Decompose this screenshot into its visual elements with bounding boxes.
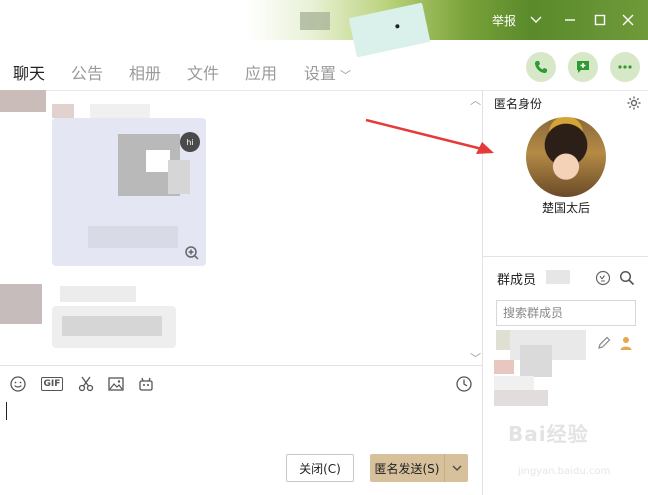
watermark-url: jingyan.baidu.com — [518, 466, 611, 477]
tab-apps[interactable]: 应用 — [245, 60, 277, 84]
close-icon[interactable] — [620, 10, 636, 30]
divider-top — [0, 90, 648, 91]
text-cursor — [6, 402, 7, 420]
message-avatar-pixelated — [0, 90, 46, 112]
member-avatar-pixelated — [494, 360, 514, 374]
maximize-icon[interactable] — [592, 10, 608, 30]
phone-icon — [535, 61, 547, 73]
phone-button[interactable] — [526, 52, 556, 82]
decoration-card — [348, 2, 431, 58]
more-icon — [618, 65, 632, 69]
close-button[interactable]: 关闭(C) — [286, 454, 354, 482]
message-input[interactable] — [0, 396, 482, 450]
send-options-dropdown[interactable] — [444, 454, 468, 482]
member-name-pixelated — [520, 345, 552, 377]
members-count-pixelated — [546, 270, 570, 284]
anonymous-send-label: 匿名发送(S) — [374, 461, 440, 476]
report-button[interactable]: 举报 — [486, 10, 522, 30]
message-text-pixelated — [62, 316, 162, 336]
more-button[interactable] — [610, 52, 640, 82]
tab-settings-label: 设置 — [304, 64, 337, 83]
members-filter-icon[interactable] — [595, 270, 611, 286]
chevron-down-icon: ﹀ — [340, 69, 352, 82]
nav-tabs: 聊天 公告 相册 文件 应用 设置 ﹀ — [0, 52, 480, 88]
add-message-button[interactable] — [568, 52, 598, 82]
history-clock-icon[interactable] — [454, 374, 474, 394]
tab-album[interactable]: 相册 — [129, 60, 161, 84]
watermark-brand: Bai经验 — [508, 422, 589, 446]
image-pixelated-content — [88, 226, 178, 248]
scissors-icon[interactable] — [76, 374, 96, 394]
minimize-icon[interactable] — [562, 10, 578, 30]
member-name-pixelated — [494, 390, 548, 406]
message-sender-pixelated — [90, 104, 150, 118]
anonymous-name: 楚国太后 — [541, 201, 590, 215]
window-title-pixelated — [300, 12, 330, 30]
tab-announcement[interactable]: 公告 — [71, 60, 103, 84]
annotation-arrow — [365, 118, 494, 154]
gear-icon[interactable] — [626, 95, 642, 111]
image-pixelated-content — [168, 160, 190, 194]
scroll-down-icon[interactable]: ﹀ — [470, 350, 481, 366]
gif-label: GIF — [40, 377, 64, 391]
chevron-down-icon — [452, 465, 461, 471]
message-sender-pixelated — [60, 286, 136, 302]
add-message-icon — [577, 61, 589, 73]
anonymous-send-button[interactable]: 匿名发送(S) — [370, 454, 468, 482]
admin-user-icon — [618, 335, 634, 351]
title-bar: 举报 — [0, 0, 648, 58]
image-pixelated-content — [146, 150, 170, 172]
tab-settings[interactable]: 设置 ﹀ — [304, 60, 351, 84]
anonymous-identity-title: 匿名身份 — [494, 97, 543, 111]
anonymous-avatar[interactable] — [526, 117, 606, 197]
hi-badge-icon: hi — [180, 132, 200, 152]
search-icon[interactable] — [619, 270, 635, 286]
message-sender-pixelated — [52, 104, 74, 118]
tab-chat[interactable]: 聊天 — [13, 60, 45, 84]
members-title: 群成员 — [497, 273, 537, 288]
image-icon[interactable] — [106, 374, 126, 394]
robot-icon[interactable] — [136, 374, 156, 394]
tab-files[interactable]: 文件 — [187, 60, 219, 84]
divider-toolbar — [0, 365, 482, 366]
message-avatar-pixelated — [0, 284, 42, 324]
member-name-pixelated — [494, 376, 534, 390]
edit-pencil-icon[interactable] — [596, 335, 612, 351]
gif-icon[interactable]: GIF — [40, 374, 64, 394]
emoji-icon[interactable] — [8, 374, 28, 394]
divider-right — [483, 256, 648, 257]
member-search-input[interactable] — [496, 300, 636, 326]
zoom-in-icon[interactable] — [184, 245, 200, 261]
composer-toolbar: GIF — [0, 372, 482, 396]
scroll-up-icon[interactable]: ︿ — [470, 92, 481, 108]
chevron-down-icon[interactable] — [528, 10, 544, 30]
